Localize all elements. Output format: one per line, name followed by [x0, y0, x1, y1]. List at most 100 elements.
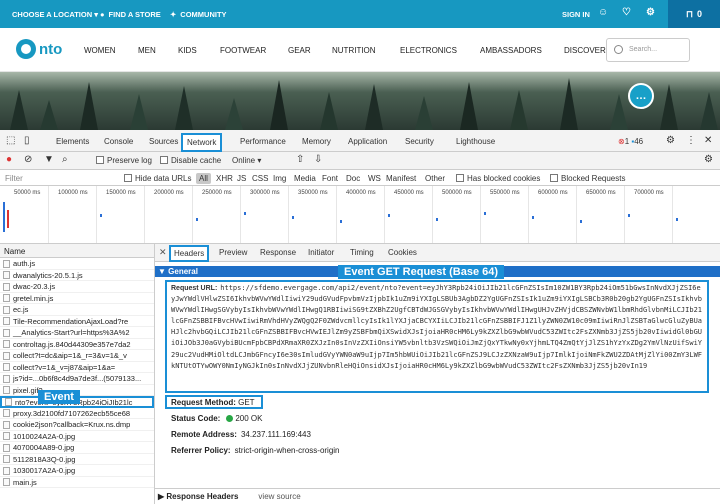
find-store-link[interactable]: ● FIND A STORE [100, 10, 161, 19]
tab-memory[interactable]: Memory [302, 137, 331, 146]
error-count-badge[interactable]: ⊗1 ▪46 [618, 137, 643, 146]
chevron-down-icon: ▾ [94, 10, 98, 19]
response-headers-section-header[interactable]: ▶ Response Headers view source [155, 488, 720, 504]
gear-icon[interactable]: ⚙ [666, 135, 675, 146]
nav-ambassadors[interactable]: AMBASSADORS [480, 46, 542, 55]
nav-women[interactable]: WOMEN [84, 46, 116, 55]
nav-gear[interactable]: GEAR [288, 46, 311, 55]
import-icon[interactable]: ⇧ [296, 154, 304, 165]
nav-men[interactable]: MEN [138, 46, 156, 55]
network-settings-icon[interactable]: ⚙ [704, 154, 713, 165]
request-row[interactable]: main.js [0, 477, 154, 488]
tab-performance[interactable]: Performance [240, 137, 286, 146]
tab-security[interactable]: Security [405, 137, 434, 146]
type-filter-all[interactable]: All [196, 173, 211, 184]
request-row[interactable]: 1030017A2A-0.jpg [0, 465, 154, 477]
network-timeline-overview[interactable]: 50000 ms 100000 ms 150000 ms 200000 ms 2… [0, 186, 720, 244]
request-list-header[interactable]: Name [0, 244, 154, 258]
find-store-label: FIND A STORE [108, 10, 161, 19]
device-toolbar-icon[interactable]: ▯ [24, 135, 30, 146]
file-icon [3, 409, 10, 418]
type-filter-other[interactable]: Other [425, 174, 445, 183]
record-icon[interactable]: ● [6, 154, 12, 165]
type-filter-img[interactable]: Img [273, 174, 286, 183]
type-filter-js[interactable]: JS [237, 174, 246, 183]
request-row[interactable]: __Analytics-Start?url=https%3A%2 [0, 327, 154, 339]
user-icon[interactable]: ☺ [598, 7, 608, 18]
disable-cache-checkbox[interactable]: Disable cache [160, 156, 221, 165]
tree-shape [320, 92, 338, 130]
type-filter-ws[interactable]: WS [368, 174, 381, 183]
request-row[interactable]: js?id=...0b6f8c4d9a7de3f...(5079133... [0, 373, 154, 385]
throttle-select[interactable]: Online ▾ [232, 156, 261, 165]
status-code-value: 200 OK [235, 414, 263, 423]
type-filter-doc[interactable]: Doc [346, 174, 360, 183]
tab-elements[interactable]: Elements [56, 137, 89, 146]
search-icon[interactable]: ⌕ [62, 154, 68, 165]
sign-in-link[interactable]: SIGN IN [562, 10, 590, 19]
site-logo[interactable]: nto [16, 39, 62, 59]
more-options-icon[interactable]: ⋮ [686, 135, 696, 146]
referrer-policy-row: Referrer Policy: strict-origin-when-cross… [171, 446, 340, 455]
type-filter-manifest[interactable]: Manifest [386, 174, 416, 183]
request-name: 4070004A89-0.jpg [13, 443, 75, 453]
blocked-cookies-checkbox[interactable]: Has blocked cookies [456, 174, 540, 183]
view-source-link[interactable]: view source [258, 492, 300, 501]
nav-nutrition[interactable]: NUTRITION [332, 46, 376, 55]
filter-input[interactable]: Filter [5, 174, 23, 183]
tab-cookies[interactable]: Cookies [388, 248, 417, 257]
request-name: auth.js [13, 259, 36, 269]
filter-icon[interactable]: ▼ [44, 154, 54, 165]
tab-console[interactable]: Console [104, 137, 133, 146]
request-row[interactable]: dwanalytics-20.5.1.js [0, 270, 154, 281]
chat-bubble-icon[interactable]: … [628, 83, 654, 109]
nav-footwear[interactable]: FOOTWEAR [220, 46, 266, 55]
nav-electronics[interactable]: ELECTRONICS [400, 46, 457, 55]
preserve-log-checkbox[interactable]: Preserve log [96, 156, 152, 165]
request-row[interactable]: controltag.js.840d44309e357e7da2 [0, 339, 154, 350]
request-row[interactable]: 1010024A2A-0.jpg [0, 431, 154, 442]
search-input[interactable]: Search... [606, 38, 690, 62]
type-filter-xhr[interactable]: XHR [216, 174, 233, 183]
hide-data-urls-checkbox[interactable]: Hide data URLs [124, 174, 191, 183]
tab-initiator[interactable]: Initiator [308, 248, 334, 257]
tab-preview[interactable]: Preview [219, 248, 247, 257]
tab-lighthouse[interactable]: Lighthouse [456, 137, 495, 146]
settings-icon[interactable]: ⚙ [646, 7, 655, 18]
tab-sources[interactable]: Sources [149, 137, 178, 146]
tab-headers[interactable]: Headers [169, 245, 210, 262]
community-link[interactable]: ✦ COMMUNITY [170, 10, 227, 19]
cart-button[interactable]: ⊓ 0 [668, 0, 720, 28]
type-filter-css[interactable]: CSS [252, 174, 268, 183]
blocked-requests-checkbox[interactable]: Blocked Requests [550, 174, 625, 183]
request-row[interactable]: collect?t=dc&aip=1&_r=3&v=1&_v [0, 350, 154, 362]
request-row[interactable]: auth.js [0, 258, 154, 270]
checkbox-box [96, 156, 104, 164]
request-row[interactable]: cookie2json?callback=Krux.ns.dmp [0, 419, 154, 431]
inspect-element-icon[interactable]: ⬚ [6, 135, 15, 146]
tab-network[interactable]: Network [181, 133, 223, 152]
request-row[interactable]: 5112818A3Q-0.jpg [0, 454, 154, 465]
type-filter-font[interactable]: Font [322, 174, 338, 183]
nav-discover[interactable]: DISCOVER [564, 46, 606, 55]
tab-timing[interactable]: Timing [350, 248, 374, 257]
tab-application[interactable]: Application [348, 137, 387, 146]
export-icon[interactable]: ⇩ [314, 154, 322, 165]
type-filter-media[interactable]: Media [294, 174, 316, 183]
request-row[interactable]: gretel.min.js [0, 293, 154, 304]
detail-tab-bar: ✕ Headers Preview Response Initiator Tim… [155, 244, 720, 262]
request-row[interactable]: 4070004A89-0.jpg [0, 442, 154, 454]
close-icon[interactable]: ✕ [704, 135, 712, 146]
request-row[interactable]: Tile-RecommendationAjaxLoad?re [0, 316, 154, 327]
heart-icon[interactable]: ♡ [622, 7, 631, 18]
close-icon[interactable]: ✕ [159, 247, 167, 258]
nav-kids[interactable]: KIDS [178, 46, 197, 55]
request-row[interactable]: ec.js [0, 304, 154, 316]
clear-icon[interactable]: ⊘ [24, 154, 32, 165]
error-icon: ⊗ [618, 137, 625, 146]
request-row[interactable]: dwac-20.3.js [0, 281, 154, 293]
choose-location-link[interactable]: CHOOSE A LOCATION ▾ [12, 10, 98, 19]
tab-response[interactable]: Response [260, 248, 296, 257]
request-row[interactable]: collect?v=1&_v=j87&aip=1&a= [0, 362, 154, 373]
request-row[interactable]: proxy.3d2100fd7107262ecb55ce68 [0, 408, 154, 419]
